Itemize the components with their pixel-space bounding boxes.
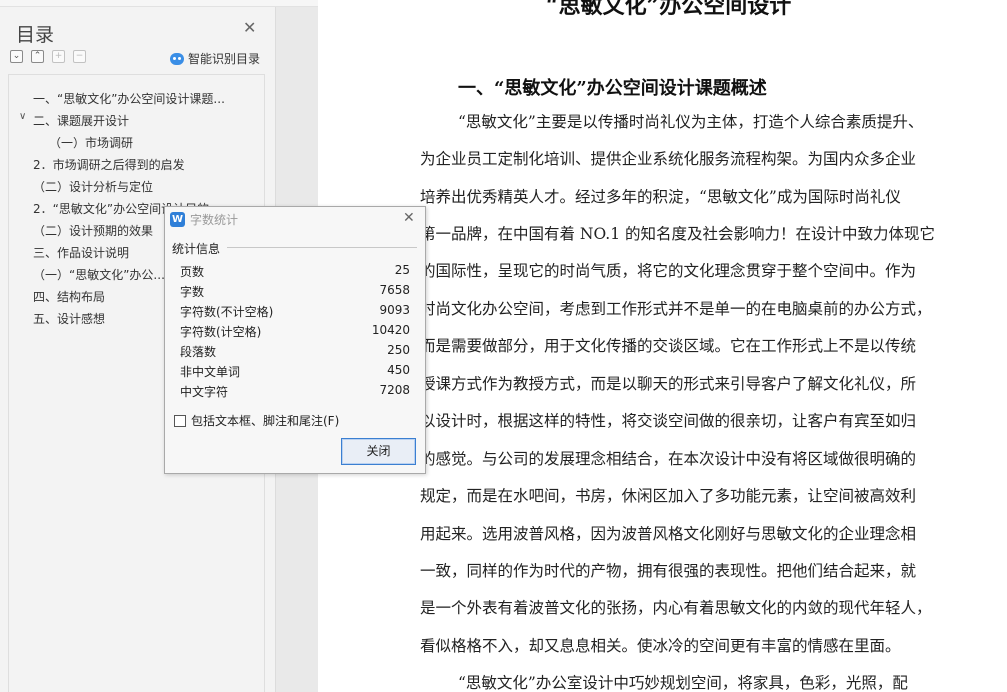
body-line: 是一个外表有着波普文化的张扬，内心有着思敏文化的内敛的现代年轻人， bbox=[420, 599, 932, 617]
stat-value: 25 bbox=[394, 263, 410, 277]
toc-item[interactable]: 二、课题展开设计 bbox=[33, 113, 129, 129]
include-textbox-footnote-option[interactable]: 包括文本框、脚注和尾注(F) bbox=[174, 412, 339, 429]
expand-down-icon[interactable]: ⌄ bbox=[10, 50, 23, 63]
dialog-title: 字数统计 bbox=[190, 213, 239, 227]
wps-writer-icon: W bbox=[170, 212, 185, 227]
body-line: 培养出优秀精英人才。经过多年的积淀，“思敏文化”成为国际时尚礼仪 bbox=[420, 188, 901, 206]
stat-label: 非中文单词 bbox=[180, 365, 241, 379]
stat-value: 250 bbox=[387, 343, 410, 357]
document-title: “思敏文化”办公空间设计 bbox=[546, 0, 792, 19]
stat-label: 字符数(计空格) bbox=[180, 325, 262, 339]
stat-label: 页数 bbox=[180, 265, 205, 279]
add-level-icon[interactable]: + bbox=[52, 50, 65, 63]
include-textbox-checkbox[interactable] bbox=[174, 414, 186, 427]
stat-value: 7208 bbox=[379, 383, 410, 397]
close-button[interactable]: 关闭 bbox=[341, 438, 416, 465]
section-divider bbox=[227, 247, 417, 248]
body-line: 一致，同样的作为时代的产物，拥有很强的表现性。把他们结合起来，就 bbox=[420, 562, 917, 580]
toc-item[interactable]: （二）设计预期的效果 bbox=[33, 223, 153, 239]
stat-value: 10420 bbox=[371, 323, 410, 337]
dialog-close-icon[interactable]: ✕ bbox=[403, 210, 415, 226]
stat-label: 字数 bbox=[180, 285, 205, 299]
toc-item[interactable]: 2．市场调研之后得到的启发 bbox=[33, 157, 185, 173]
dialog-titlebar[interactable]: W 字数统计 ✕ bbox=[165, 207, 425, 232]
collapse-up-icon[interactable]: ⌃ bbox=[31, 50, 44, 63]
toc-title: 目录 bbox=[16, 24, 55, 46]
toc-item[interactable]: （一）市场调研 bbox=[49, 135, 133, 151]
stat-label: 中文字符 bbox=[180, 385, 229, 399]
stats-section-label: 统计信息 bbox=[172, 242, 221, 256]
checkbox-label: 包括文本框、脚注和尾注(F) bbox=[191, 414, 340, 428]
body-line: 时尚文化办公空间，考虑到工作形式并不是单一的在电脑桌前的办公方式， bbox=[420, 300, 932, 318]
body-line: 用起来。选用波普风格，因为波普风格文化刚好与思敏文化的企业理念相 bbox=[420, 525, 917, 543]
smart-bot-icon bbox=[170, 52, 184, 65]
toc-toolbar: ⌄ ⌃ + − bbox=[10, 50, 86, 63]
toc-item[interactable]: 三、作品设计说明 bbox=[33, 245, 129, 261]
smart-recognize-button[interactable]: 智能识别目录 bbox=[170, 50, 260, 67]
toc-close-icon[interactable]: ✕ bbox=[243, 20, 256, 36]
remove-level-icon[interactable]: − bbox=[73, 50, 86, 63]
stat-value: 7658 bbox=[379, 283, 410, 297]
toc-item[interactable]: （一）“思敏文化”办公... bbox=[33, 267, 165, 283]
body-line: 第一品牌，在中国有着 NO.1 的知名度及社会影响力！在设计中致力体现它 bbox=[420, 225, 936, 243]
toc-item[interactable]: 四、结构布局 bbox=[33, 289, 105, 305]
section-heading: 一、“思敏文化”办公空间设计课题概述 bbox=[458, 78, 767, 99]
toc-item[interactable]: （二）设计分析与定位 bbox=[33, 179, 153, 195]
body-line: 授课方式作为教授方式，而是以聊天的形式来引导客户了解文化礼仪，所 bbox=[420, 375, 917, 393]
body-line: 而是需要做部分，用于文化传播的交谈区域。它在工作形式上不是以传统 bbox=[420, 337, 917, 355]
body-line: 规定，而是在水吧间，书房，休闲区加入了多功能元素，让空间被高效利 bbox=[420, 487, 917, 505]
body-line: 的国际性，呈现它的时尚气质，将它的文化理念贯穿于整个空间中。作为 bbox=[420, 262, 917, 280]
stat-label: 字符数(不计空格) bbox=[180, 305, 274, 319]
toc-item[interactable]: 五、设计感想 bbox=[33, 311, 105, 327]
smart-recognize-label: 智能识别目录 bbox=[188, 52, 261, 66]
body-line: 以设计时，根据这样的特性，将交谈空间做的很亲切，让客户有宾至如归 bbox=[420, 412, 917, 430]
body-line: “思敏文化”办公室设计中巧妙规划空间，将家具，色彩，光照，配 bbox=[458, 674, 908, 692]
body-line: 的感觉。与公司的发展理念相结合，在本次设计中没有将区域做很明确的 bbox=[420, 450, 917, 468]
word-count-dialog: W 字数统计 ✕ 统计信息 页数 25 字数 7658 字符数(不计空格) 90… bbox=[164, 206, 426, 474]
stat-value: 450 bbox=[387, 363, 410, 377]
body-line: 看似格格不入，却又息息相关。使冰冷的空间更有丰富的情感在里面。 bbox=[420, 637, 901, 655]
body-line: 为企业员工定制化培训、提供企业系统化服务流程构架。为国内众多企业 bbox=[420, 150, 917, 168]
chevron-down-icon[interactable]: ∨ bbox=[19, 110, 26, 124]
stat-label: 段落数 bbox=[180, 345, 217, 359]
toc-item[interactable]: 一、“思敏文化”办公空间设计课题... bbox=[33, 91, 225, 107]
stat-value: 9093 bbox=[379, 303, 410, 317]
body-line: “思敏文化”主要是以传播时尚礼仪为主体，打造个人综合素质提升、 bbox=[458, 113, 924, 131]
